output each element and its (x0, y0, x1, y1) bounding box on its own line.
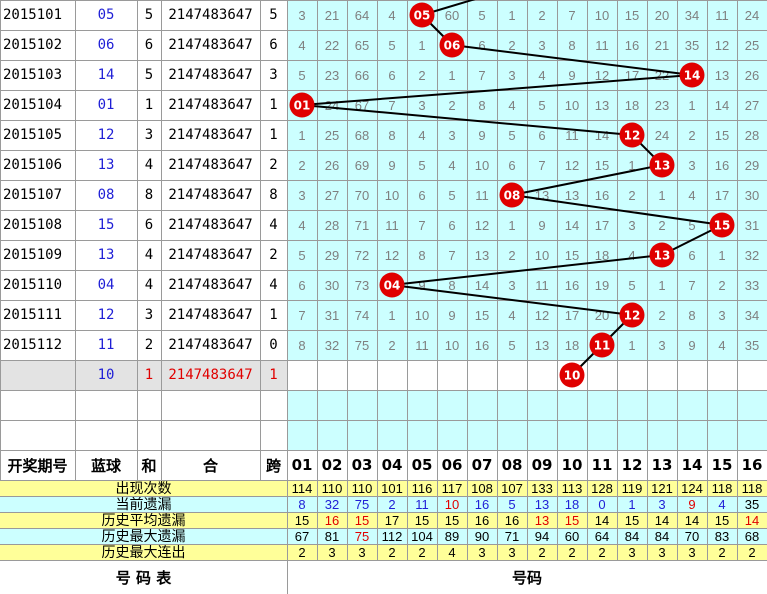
trend-line (301, 104, 633, 136)
ball-label: 05 (414, 9, 431, 23)
ball-label: 11 (594, 339, 611, 353)
ball-marker: 13 (649, 242, 675, 268)
ball-marker: 08 (499, 182, 525, 208)
ball-marker: 06 (439, 32, 465, 58)
ball-label: 13 (654, 159, 671, 173)
ball-marker: 14 (679, 62, 705, 88)
ball-marker: 12 (619, 302, 645, 328)
ball-label: 14 (684, 69, 701, 83)
ball-label: 04 (384, 279, 401, 293)
lottery-trend-sheet: 2015101 05 5 2147483647 5 3 21 64 4 60 5 1 2 7 10 15 20 3… (0, 0, 767, 594)
trend-line (391, 284, 633, 316)
ball-label: 13 (654, 249, 671, 263)
ball-label: 12 (624, 309, 641, 323)
ball-label: 08 (504, 189, 521, 203)
ball-marker: 15 (709, 212, 735, 238)
ball-marker: 04 (379, 272, 405, 298)
ball-marker: 11 (589, 332, 615, 358)
ball-marker: 01 (289, 92, 315, 118)
ball-label: 06 (444, 39, 461, 53)
trend-line (511, 164, 663, 196)
ball-marker: 12 (619, 122, 645, 148)
ball-label: 10 (564, 369, 581, 383)
ball-marker: 05 (409, 2, 435, 28)
trend-line (451, 44, 693, 76)
trend-line (391, 254, 663, 286)
ball-label: 01 (294, 99, 311, 113)
ball-label: 15 (714, 219, 731, 233)
ball-marker: 10 (559, 362, 585, 388)
trend-line (511, 194, 723, 226)
ball-label: 12 (624, 129, 641, 143)
trend-line (301, 74, 693, 106)
trend-overlay: 05 06 14 01 12 13 08 15 13 04 12 11 10 (289, 0, 735, 388)
ball-marker: 13 (649, 152, 675, 178)
